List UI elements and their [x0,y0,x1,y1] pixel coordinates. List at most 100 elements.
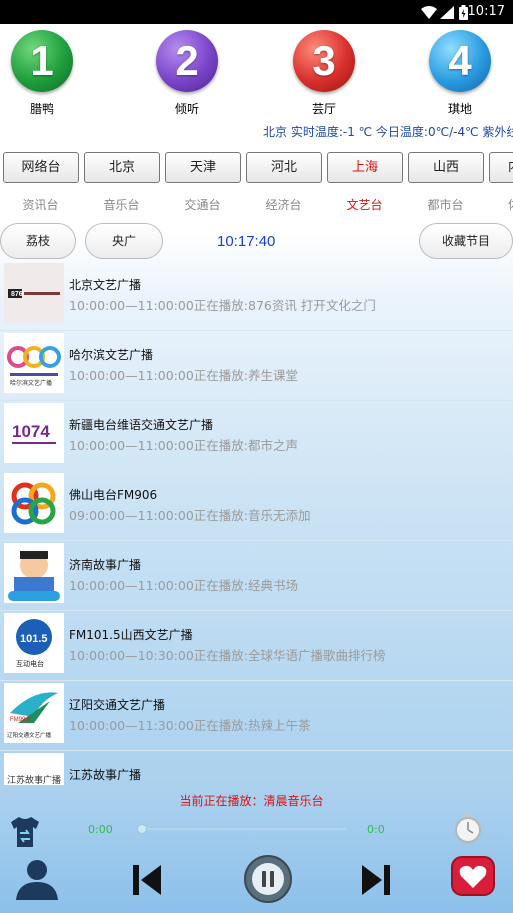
current-time: 10:17:40 [217,233,276,250]
station-schedule: 10:00:00—11:00:00正在播放:876资讯 打开文化之门 [69,298,376,313]
yangguang-button[interactable]: 央广 [85,223,163,259]
category-tab-music[interactable]: 音乐台 [81,196,162,213]
wifi-icon [421,6,437,19]
channel-3-ball: 3 [293,30,355,92]
channel-3-label: 芸厅 [311,102,336,116]
list-item[interactable]: 1074 新疆电台维语交通文艺广播 10:00:00—11:00:00正在播放:… [0,401,513,471]
channel-2-number: 2 [175,37,199,84]
category-tab-traffic[interactable]: 交通台 [162,196,243,213]
list-item[interactable]: 佛山电台FM906 09:00:00—11:00:00正在播放:音乐无添加 [0,471,513,541]
total-time: 0:0 [367,823,385,836]
elapsed-time: 0:00 [88,823,113,836]
region-tab-beijing[interactable]: 北京 [84,152,160,183]
station-list: 876 北京文艺广播 10:00:00—11:00:00正在播放:876资讯 打… [0,261,513,785]
heb-logo: 哈尔滨文艺广播 [4,333,64,393]
channel-4-number: 4 [448,37,472,84]
list-item[interactable]: 876 北京文艺广播 10:00:00—11:00:00正在播放:876资讯 打… [0,261,513,331]
list-item[interactable]: 济南故事广播 10:00:00—11:00:00正在播放:经典书场 [0,541,513,611]
sx-logo: 101.5 互动电台 [4,613,64,673]
station-schedule: 10:00:00—11:00:00正在播放:养生课堂 [69,368,298,383]
station-name: 新疆电台维语交通文艺广播 [69,418,214,432]
channel-2-label: 倾听 [174,102,199,116]
progress-track[interactable] [142,828,346,830]
channel-2-ball: 2 [156,30,218,92]
bj-logo-text: 876 [11,291,23,298]
timer-icon[interactable] [452,812,484,844]
channel-4-label: 琪地 [447,102,472,116]
channel-1[interactable]: 1 腊鸭 [10,30,74,117]
progress-thumb[interactable] [137,824,147,834]
next-icon[interactable] [361,864,391,896]
station-name: 江苏故事广播 [69,768,142,782]
region-tab-shanxi[interactable]: 山西 [408,152,484,183]
channel-3[interactable]: 3 芸厅 [292,30,356,117]
ly-logo-text: FM99.8 [10,717,31,723]
status-time: 10:17 [467,4,505,19]
heb-logo-text: 哈尔滨文艺广播 [10,379,52,387]
pause-button[interactable] [243,854,293,904]
xj-logo-text: 1074 [12,422,50,441]
previous-icon[interactable] [132,864,162,896]
region-tab-shanghai[interactable]: 上海 [327,152,403,183]
bj-logo: 876 [4,263,64,323]
js-logo-art: 江苏故事广播 [7,774,61,785]
js-logo-text: 江苏故事广播 [7,774,61,785]
region-tab-network[interactable]: 网络台 [3,152,79,183]
category-tab-city[interactable]: 都市台 [405,196,486,213]
bj-logo-art: 876 [8,289,60,298]
station-schedule: 09:00:00—11:00:00正在播放:音乐无添加 [69,508,311,523]
sx-logo-sub: 互动电台 [16,659,44,668]
region-tab-hebei[interactable]: 河北 [246,152,322,183]
station-name: 济南故事广播 [69,558,142,572]
station-name: 哈尔滨文艺广播 [69,348,154,362]
station-name: 佛山电台FM906 [69,488,158,502]
ly-logo: FM99.8 辽阳交通文艺广播 [4,683,64,743]
station-schedule: 10:00:00—10:30:00正在播放:全球华语广播歌曲排行榜 [69,648,386,663]
channel-4[interactable]: 4 琪地 [428,30,492,117]
ly-logo-sub: 辽阳交通文艺广播 [7,731,52,739]
xj-logo-art: 1074 [12,422,56,444]
channel-buttons: 1 腊鸭 2 倾听 3 芸厅 4 琪地 [0,30,513,120]
list-item[interactable]: 江苏故事广播 江苏故事广播 [0,751,513,785]
station-name: FM101.5山西文艺广播 [69,628,193,642]
status-bar: 10:17 [0,0,513,24]
list-item[interactable]: 哈尔滨文艺广播 哈尔滨文艺广播 10:00:00—11:00:00正在播放:养生… [0,331,513,401]
station-name: 北京文艺广播 [69,278,142,292]
station-schedule: 10:00:00—11:30:00正在播放:热辣上午茶 [69,718,311,733]
xj-logo: 1074 [4,403,64,463]
lizhi-button[interactable]: 荔枝 [0,223,76,259]
station-schedule: 10:00:00—11:00:00正在播放:都市之声 [69,438,298,453]
js-logo: 江苏故事广播 [4,753,64,785]
list-item[interactable]: 101.5 互动电台 FM101.5山西文艺广播 10:00:00—10:30:… [0,611,513,681]
list-item[interactable]: FM99.8 辽阳交通文艺广播 辽阳交通文艺广播 10:00:00—11:30:… [0,681,513,751]
channel-1-ball: 1 [11,30,73,92]
weather-info: 北京 实时温度:-1 ℃ 今日温度:0℃/-4℃ 紫外线 [263,125,513,139]
station-name: 辽阳交通文艺广播 [69,698,166,712]
favorite-heart-icon[interactable] [451,856,495,896]
tshirt-repeat-icon[interactable] [8,815,42,849]
jn-logo-art [4,543,64,603]
region-tab-tianjin[interactable]: 天津 [165,152,241,183]
now-playing-text: 当前正在播放：清晨音乐台 [179,794,324,808]
sx-logo-art: 101.5 互动电台 [16,619,52,668]
ly-logo-art: FM99.8 辽阳交通文艺广播 [7,692,58,739]
station-schedule: 10:00:00—11:00:00正在播放:经典书场 [69,578,298,593]
channel-2[interactable]: 2 倾听 [155,30,219,117]
channel-1-label: 腊鸭 [29,102,54,116]
progress-row: 0:00 0:0 [0,812,513,847]
signal-icon [440,6,454,19]
playback-bar [0,850,513,913]
channel-3-number: 3 [312,37,336,84]
region-tab-inner[interactable]: 内 [489,152,513,183]
favorites-button[interactable]: 收藏节目 [419,223,513,259]
sx-logo-text: 101.5 [20,633,48,645]
user-icon[interactable] [14,858,60,900]
category-tab-arts[interactable]: 文艺台 [324,196,405,213]
heb-logo-art: 哈尔滨文艺广播 [7,346,61,387]
channel-1-number: 1 [30,37,54,84]
category-tabs: 资讯台 音乐台 交通台 经济台 文艺台 都市台 体 [0,196,513,216]
category-tab-economy[interactable]: 经济台 [243,196,324,213]
category-tab-news[interactable]: 资讯台 [0,196,81,213]
channel-4-ball: 4 [429,30,491,92]
category-tab-sports[interactable]: 体 [486,196,513,213]
